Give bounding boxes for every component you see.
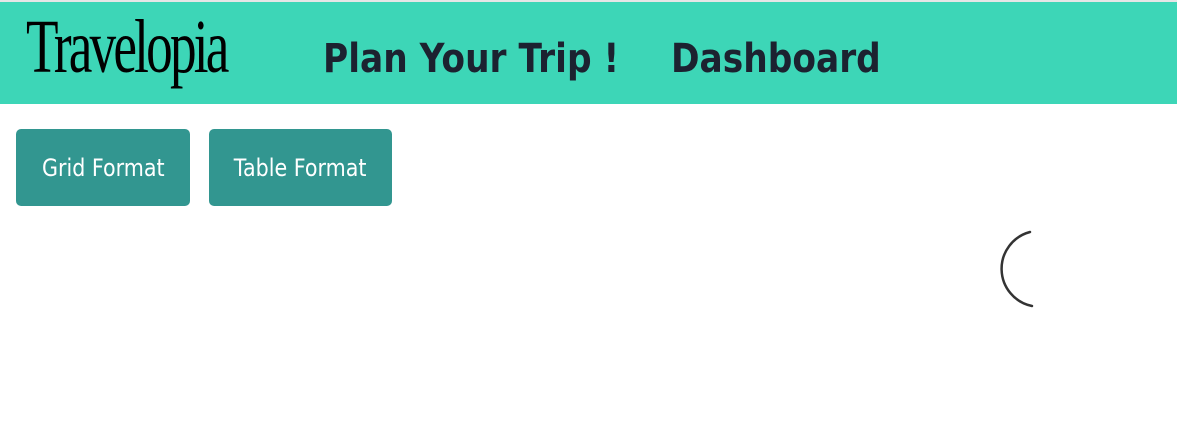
brand-logo[interactable]: Travelopia — [26, 2, 229, 92]
spinner-icon — [998, 230, 1038, 315]
nav-link-dashboard[interactable]: Dashboard — [671, 34, 881, 84]
grid-format-label: Grid Format — [41, 153, 165, 182]
nav-link-plan-your-trip[interactable]: Plan Your Trip ! — [323, 34, 619, 84]
table-format-button[interactable]: Table Format — [209, 129, 392, 206]
navbar: Travelopia Plan Your Trip ! Dashboard — [0, 2, 1177, 104]
grid-format-button[interactable]: Grid Format — [16, 129, 190, 206]
table-format-label: Table Format — [234, 153, 367, 182]
